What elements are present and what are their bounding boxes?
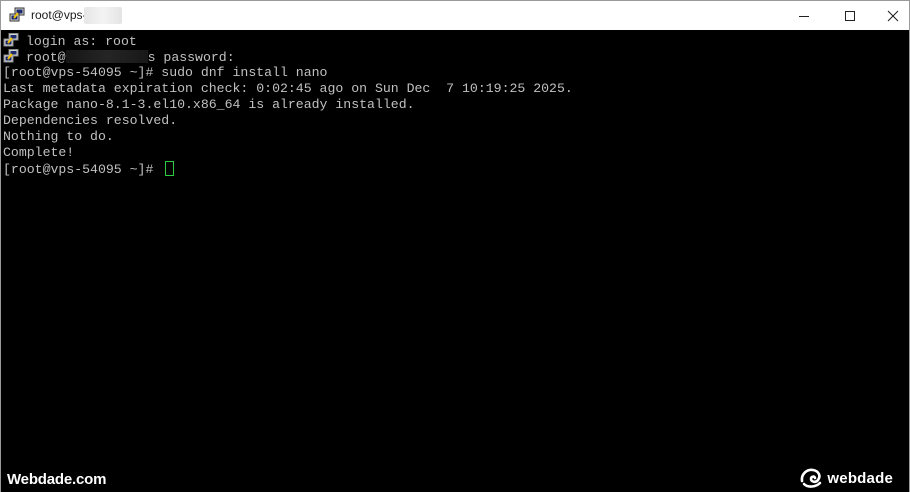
terminal-prompt-line: [root@vps-54095 ~]#: [3, 161, 573, 177]
putty-icon[interactable]: [9, 7, 25, 23]
terminal-cursor: [165, 161, 175, 176]
watermark-brand: webdade: [827, 469, 893, 487]
title-redaction: [84, 7, 122, 24]
terminal-line: Dependencies resolved.: [3, 113, 178, 128]
terminal-line: Last metadata expiration check: 0:02:45 …: [3, 81, 573, 96]
window-title: root@vps-: [31, 8, 87, 22]
close-icon: [887, 10, 899, 21]
putty-icon: [3, 49, 19, 63]
hostname-redaction: [65, 50, 148, 63]
webdade-logo-icon: [801, 468, 822, 488]
terminal-prompt: [root@vps-54095 ~]#: [3, 162, 162, 177]
maximize-icon: [845, 10, 855, 21]
minimize-button[interactable]: [781, 1, 827, 30]
close-button[interactable]: [870, 1, 910, 30]
terminal-line: Nothing to do.: [3, 129, 114, 144]
terminal-text: s password:: [147, 50, 235, 65]
terminal-text: root@: [26, 50, 66, 65]
maximize-button[interactable]: [827, 1, 873, 30]
title-bar[interactable]: root@vps-: [1, 1, 909, 30]
terminal-line: [root@vps-54095 ~]# sudo dnf install nan…: [3, 65, 328, 80]
minimize-icon: [799, 15, 809, 17]
putty-icon: [3, 33, 19, 47]
terminal-output: login as: root root@ s password: [root@vp…: [3, 33, 573, 177]
terminal-line: Complete!: [3, 145, 75, 160]
terminal-line: login as: root: [3, 33, 573, 49]
putty-window: root@vps- login as: root root@ s password…: [0, 0, 910, 492]
terminal-text: login as: root: [26, 34, 137, 49]
watermark-right: webdade: [799, 467, 893, 489]
terminal-line: root@ s password:: [3, 49, 573, 65]
terminal-line: Package nano-8.1-3.el10.x86_64 is alread…: [3, 97, 415, 112]
terminal-area[interactable]: login as: root root@ s password: [root@vp…: [1, 30, 909, 492]
watermark-left: Webdade.com: [7, 471, 107, 488]
